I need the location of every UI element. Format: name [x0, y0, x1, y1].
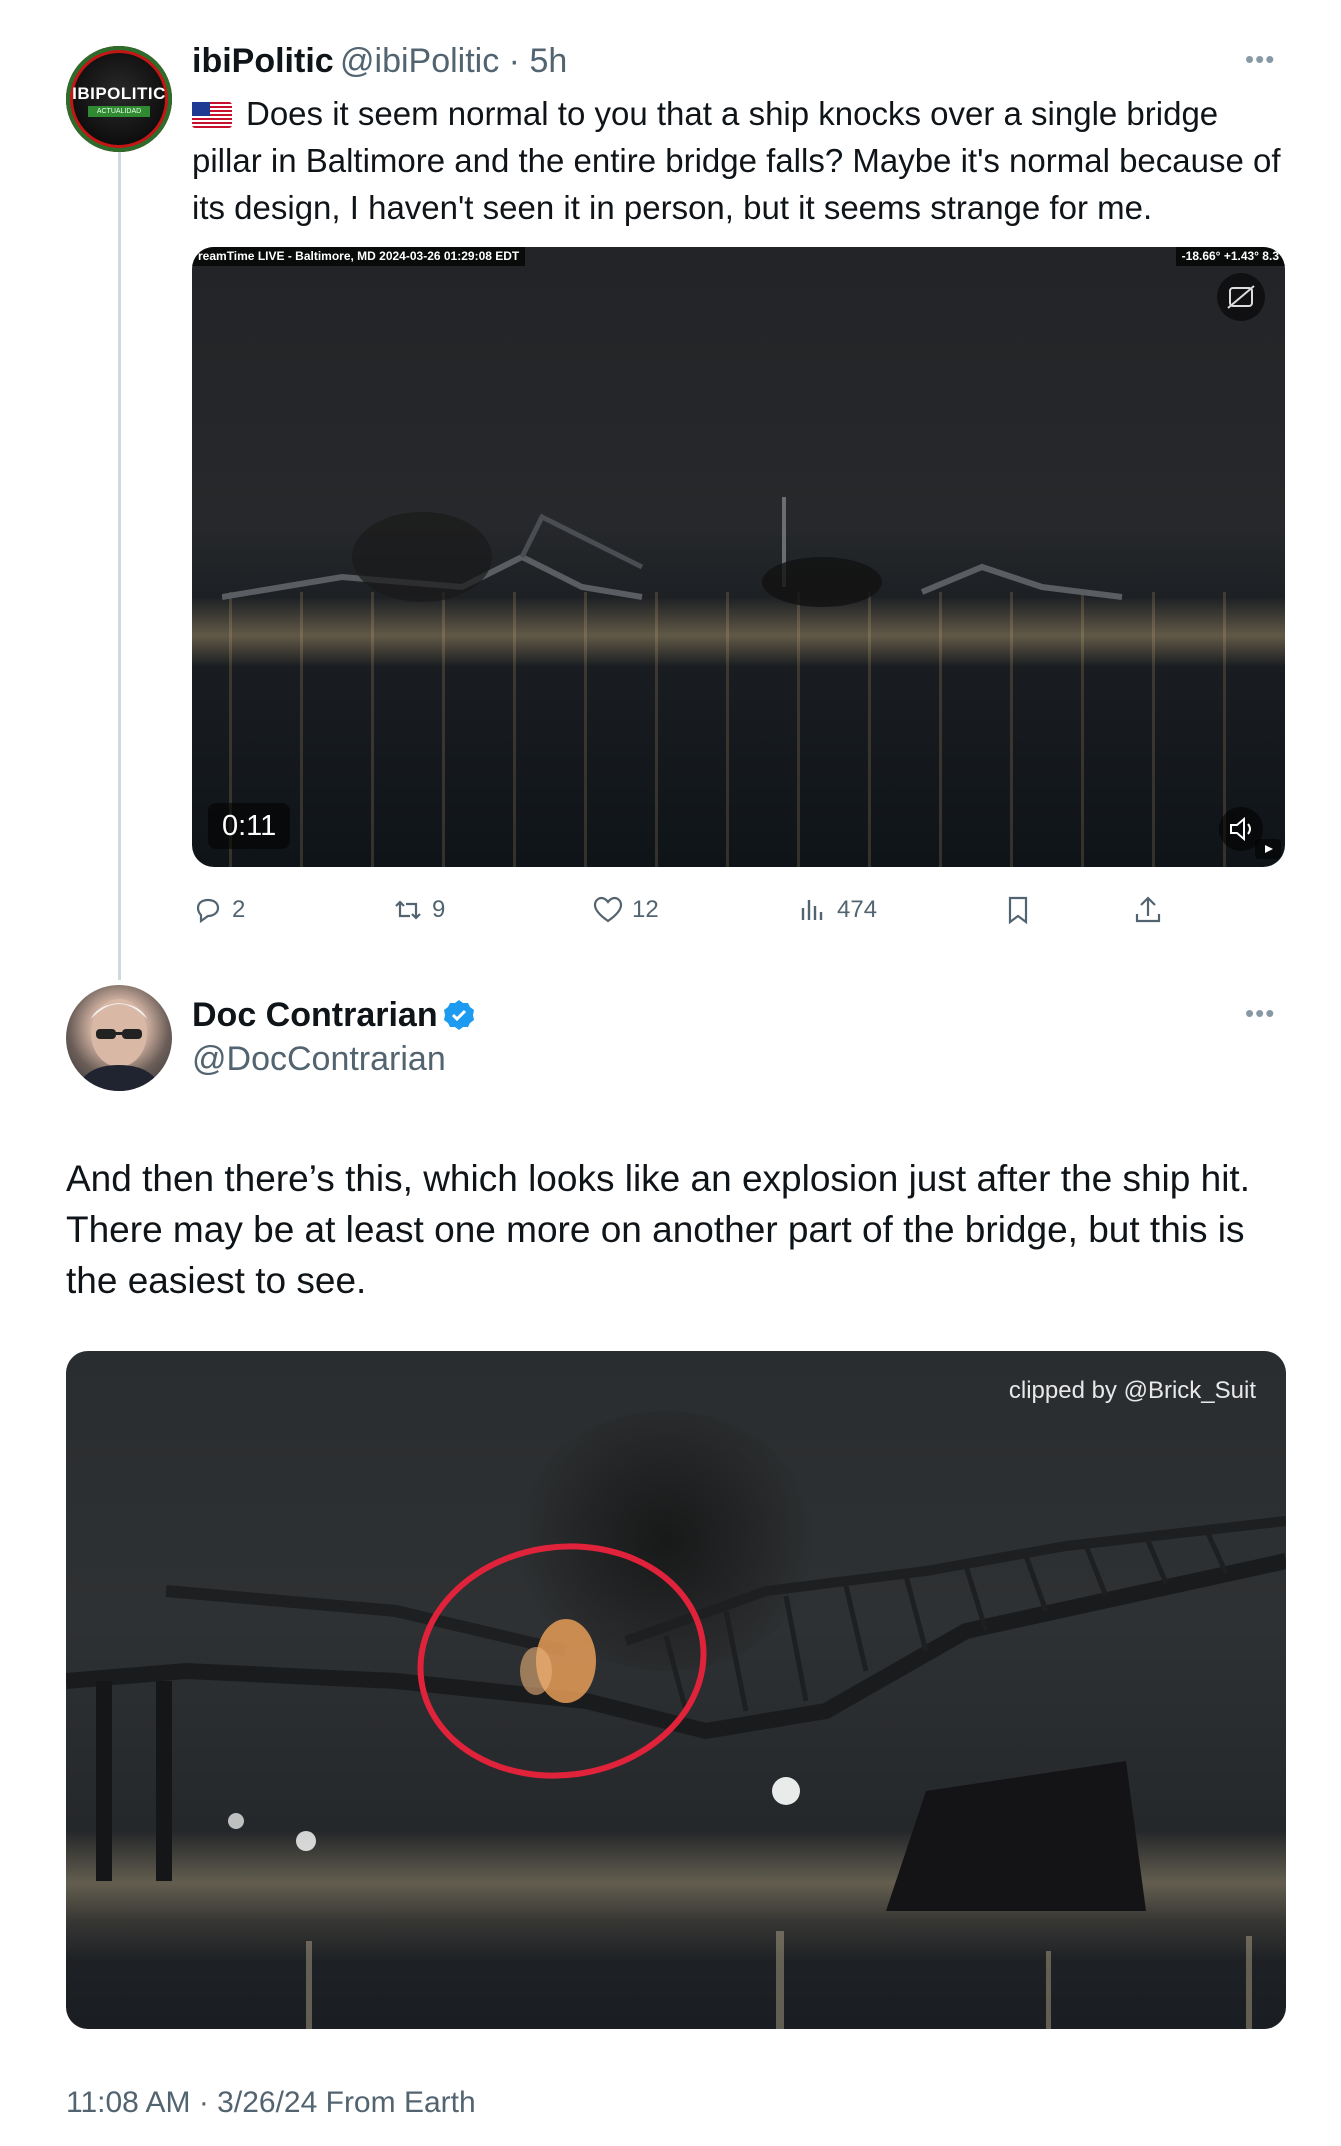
views-button[interactable]: 474 [797, 888, 877, 932]
reply-icon [196, 898, 220, 924]
picture-in-picture-icon[interactable] [1255, 839, 1281, 859]
image-clip-credit: clipped by @Brick_Suit [1008, 1377, 1256, 1404]
author-handle-time[interactable]: @ibiPolitic · 5h [340, 42, 567, 81]
share-icon [1135, 896, 1161, 923]
captions-icon[interactable] [1217, 273, 1265, 321]
water-reflections [192, 592, 1285, 867]
verified-badge-icon [442, 998, 476, 1032]
heart-icon [593, 896, 623, 923]
avatar-logo-text: IBIPOLITIC [72, 84, 166, 103]
repost-count: 9 [432, 896, 446, 923]
collapsed-bridge-scene [222, 497, 1123, 607]
author-name[interactable]: Doc Contrarian [192, 996, 438, 1035]
livestream-overlay-caption: reamTime LIVE - Baltimore, MD 2024-03-26… [192, 247, 526, 266]
bookmark-button[interactable] [1002, 888, 1034, 932]
tweet-text: And then there’s this, which looks like … [66, 1158, 1250, 1301]
attached-image[interactable]: clipped by @Brick_Suit [66, 1351, 1286, 2029]
video-player[interactable]: reamTime LIVE - Baltimore, MD 2024-03-26… [192, 247, 1285, 867]
like-button[interactable]: 12 [592, 888, 659, 932]
like-count: 12 [632, 896, 659, 923]
more-options-icon[interactable]: ••• [1245, 998, 1275, 1029]
bookmark-icon [1008, 896, 1028, 925]
reply-count: 2 [232, 896, 246, 923]
views-chart-icon [801, 900, 823, 920]
more-options-icon[interactable]: ••• [1245, 44, 1275, 75]
share-button[interactable] [1132, 888, 1164, 932]
weather-overlay-caption: -18.66° +1.43° 8.3 [1175, 247, 1285, 266]
reply-button[interactable]: 2 [192, 888, 245, 932]
video-duration: 0:11 [208, 803, 291, 849]
avatar[interactable]: IBIPOLITIC ACTUALIDAD [66, 46, 172, 152]
repost-icon [395, 900, 421, 920]
tweet-timestamp-source[interactable]: 11:08 AM · 3/26/24 From Earth [66, 2086, 476, 2120]
thread-connector-line [118, 150, 121, 980]
avatar[interactable] [66, 985, 172, 1091]
tweet-actions: 2 9 12 474 [192, 888, 1285, 932]
repost-button[interactable]: 9 [392, 888, 445, 932]
tweet-text: Does it seem normal to you that a ship k… [192, 90, 1292, 231]
profile-portrait-icon [76, 999, 162, 1091]
bridge-collapse-scene [66, 1516, 1286, 2029]
views-count: 474 [837, 896, 878, 923]
author-handle[interactable]: @DocContrarian [192, 1040, 446, 1079]
tweet-text-body: Does it seem normal to you that a ship k… [192, 95, 1281, 226]
author-name[interactable]: ibiPolitic [192, 42, 334, 81]
us-flag-icon [192, 102, 232, 128]
avatar-logo-subtext: ACTUALIDAD [88, 106, 150, 117]
